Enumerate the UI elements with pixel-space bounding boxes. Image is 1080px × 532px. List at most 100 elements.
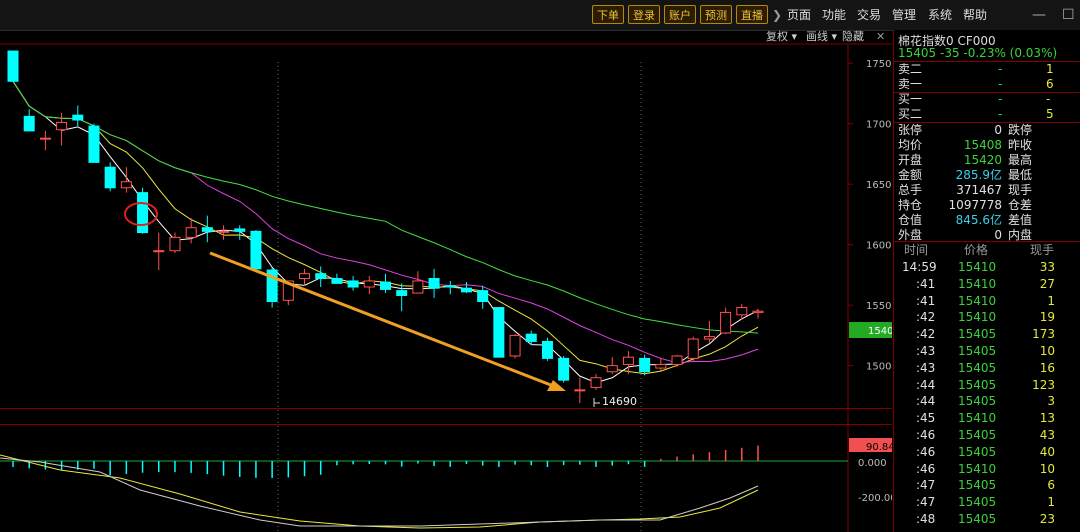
- menu-help[interactable]: 帮助: [963, 0, 987, 30]
- stat-label-2: 跌停: [1008, 123, 1033, 137]
- price-tick-label: 16000: [866, 241, 892, 252]
- tick-volume: 23: [1039, 512, 1055, 526]
- menu-manage[interactable]: 管理: [892, 0, 916, 30]
- tick-price: 15405: [958, 428, 997, 442]
- tick-volume: 33: [1039, 260, 1055, 274]
- price-tick-label: 17500: [866, 59, 892, 70]
- tick-price: 15405: [958, 495, 997, 510]
- menu-page[interactable]: 页面: [787, 0, 811, 30]
- candle-body: [396, 290, 408, 296]
- live-button[interactable]: 直播: [736, 5, 768, 24]
- candle-body: [655, 363, 667, 369]
- tick-price: 15410: [958, 260, 997, 274]
- candle-body: [736, 307, 748, 316]
- tick-volume: 43: [1039, 428, 1055, 442]
- tick-header-time: 时间: [904, 243, 929, 257]
- stat-label: 持仓: [898, 198, 923, 212]
- tick-header-volume: 现手: [1030, 243, 1055, 257]
- moving-average-line: [12, 81, 759, 384]
- menu-system[interactable]: 系统: [928, 0, 952, 30]
- chevron-right-icon[interactable]: ❯: [772, 0, 782, 30]
- candle-body: [347, 280, 359, 288]
- tick-row: :46 15410 10: [894, 462, 1080, 477]
- tick-header-price: 价格: [964, 243, 989, 257]
- tick-price: 15405: [958, 327, 997, 342]
- tick-time: :41: [916, 276, 936, 291]
- indicator-line-dif: [0, 457, 759, 527]
- candle-body: [574, 389, 586, 392]
- stat-value: 285.9亿: [955, 168, 1002, 182]
- tick-time: :47: [916, 478, 936, 493]
- tick-time: :46: [916, 461, 936, 476]
- stat-label: 均价: [898, 138, 923, 152]
- orderbook-volume: 5: [1046, 107, 1054, 121]
- stat-row: 均价 15408 昨收: [894, 138, 1080, 153]
- orderbook-price: -: [998, 92, 1003, 106]
- orderbook-volume: -: [1046, 92, 1051, 106]
- tick-row: :43 15405 10: [894, 344, 1080, 359]
- menu-function[interactable]: 功能: [822, 0, 846, 30]
- candle-body: [234, 228, 246, 232]
- top-menu-bar: 下单 登录 账户 预测 直播 ❯ 页面 功能 交易 管理 系统 帮助 — ☐: [0, 0, 1080, 31]
- candle-body: [153, 250, 165, 253]
- orderbook-row: 买二 - 5: [894, 107, 1080, 122]
- forecast-button[interactable]: 预测: [700, 5, 732, 24]
- minimize-icon[interactable]: —: [1032, 0, 1046, 30]
- stat-label: 总手: [898, 183, 923, 197]
- candle-body: [525, 333, 537, 342]
- tick-row: :48 15405 23: [894, 512, 1080, 527]
- candle-body: [88, 125, 100, 163]
- moving-average-line: [12, 81, 759, 334]
- tick-row: :43 15405 16: [894, 361, 1080, 376]
- tick-volume: 3: [1047, 394, 1055, 409]
- candle-body: [363, 280, 375, 288]
- tick-time: :42: [916, 327, 936, 342]
- price-tick-label: 15000: [866, 362, 892, 373]
- candle-body: [687, 338, 699, 359]
- stat-label-2: 差值: [1008, 213, 1033, 227]
- tick-volume: 123: [1032, 377, 1055, 392]
- stat-label-2: 现手: [1008, 183, 1033, 197]
- indicator-tick-label: -200.000: [858, 493, 892, 504]
- candle-body: [250, 230, 262, 270]
- tick-time: :43: [916, 344, 936, 358]
- tick-time: :45: [916, 411, 936, 426]
- stat-value: 15420: [963, 153, 1002, 167]
- candle-body: [590, 377, 602, 388]
- login-button[interactable]: 登录: [628, 5, 660, 24]
- candle-body: [558, 357, 570, 381]
- tick-row: :44 15405 123: [894, 378, 1080, 393]
- tick-row: :46 15405 43: [894, 428, 1080, 443]
- tick-time: :48: [916, 512, 936, 526]
- stat-row: 持仓 1097778 仓差: [894, 198, 1080, 213]
- stat-row: 金额 285.9亿 最低: [894, 168, 1080, 183]
- orderbook-row: 卖二 - 1: [894, 62, 1080, 77]
- tick-volume: 1: [1047, 495, 1055, 510]
- maximize-icon[interactable]: ☐: [1062, 0, 1075, 30]
- tick-row: :45 15410 13: [894, 411, 1080, 426]
- tick-price: 15405: [958, 360, 997, 375]
- tick-volume: 1: [1047, 293, 1055, 308]
- stat-label-2: 最低: [1008, 168, 1033, 182]
- orderbook-row: 买一 - -: [894, 92, 1080, 107]
- stat-value: 1097778: [948, 198, 1002, 212]
- kline-chart[interactable]: 14690 17500 17000 16500 16000 15500 15000 1540…: [0, 30, 892, 532]
- orderbook-price: -: [998, 107, 1003, 121]
- candle-body: [201, 227, 213, 232]
- account-button[interactable]: 账户: [664, 5, 696, 24]
- order-button[interactable]: 下单: [592, 5, 624, 24]
- price-axis: 17500 17000 16500 16000 15500 15000 15405 90.84…: [848, 59, 892, 504]
- candle-body: [720, 311, 732, 334]
- candle-body: [444, 285, 456, 288]
- candle-body: [541, 340, 553, 359]
- orderbook-label: 买二: [898, 107, 923, 121]
- price-tick-label: 17000: [866, 120, 892, 131]
- stat-value: 15408: [963, 138, 1002, 152]
- tick-volume: 19: [1039, 310, 1055, 325]
- stat-label-2: 昨收: [1008, 138, 1033, 152]
- tick-header: 时间 价格 现手: [894, 242, 1080, 258]
- menu-trade[interactable]: 交易: [857, 0, 881, 30]
- tick-time: :46: [916, 428, 936, 442]
- tick-price: 15410: [958, 461, 997, 476]
- candle-body: [622, 356, 634, 365]
